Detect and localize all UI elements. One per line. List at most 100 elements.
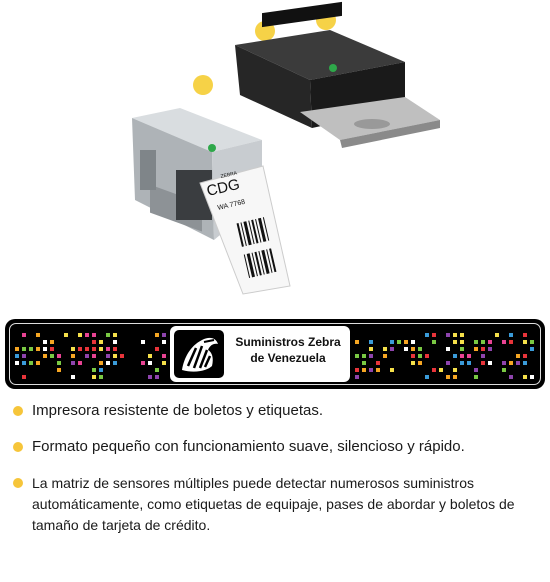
pixel-square (502, 340, 506, 344)
pixel-square (355, 354, 359, 358)
pixel-square (481, 347, 485, 351)
pixel-square (509, 333, 513, 337)
pixel-square (43, 347, 47, 351)
pixel-square (488, 361, 492, 365)
pixel-square (453, 375, 457, 379)
bullet-dot-icon (13, 406, 23, 416)
pixel-square (50, 340, 54, 344)
pixel-square (390, 368, 394, 372)
pixel-square (106, 361, 110, 365)
pixel-square (71, 375, 75, 379)
pixel-square (369, 354, 373, 358)
pixel-square (50, 354, 54, 358)
pixel-square (523, 333, 527, 337)
pixel-square (376, 368, 380, 372)
pixel-square (36, 333, 40, 337)
pixel-square (113, 354, 117, 358)
pixel-square (411, 361, 415, 365)
pixel-square (78, 361, 82, 365)
pixel-square (22, 375, 26, 379)
pixel-square (453, 333, 457, 337)
pixel-square (120, 354, 124, 358)
pixel-square (411, 354, 415, 358)
feature-item: Impresora resistente de boletos y etique… (10, 401, 540, 421)
feature-text: Formato pequeño con funcionamiento suave… (32, 438, 465, 455)
pixel-square (397, 340, 401, 344)
pixel-square (460, 347, 464, 351)
pixel-square (446, 361, 450, 365)
pixel-square (383, 354, 387, 358)
pixel-square (141, 361, 145, 365)
pixel-square (85, 347, 89, 351)
pixel-square (162, 354, 166, 358)
pixel-square (474, 347, 478, 351)
pixel-square (15, 347, 19, 351)
pixel-square (488, 347, 492, 351)
pixel-square (404, 340, 408, 344)
feature-item: Formato pequeño con funcionamiento suave… (10, 437, 540, 457)
pixel-square (453, 340, 457, 344)
pixel-square (148, 375, 152, 379)
pixel-square (425, 375, 429, 379)
pixel-square (57, 354, 61, 358)
pixel-square (460, 361, 464, 365)
pixel-square (155, 368, 159, 372)
pixel-square (99, 340, 103, 344)
pixel-square (530, 347, 534, 351)
pixel-square (162, 361, 166, 365)
pixel-square (467, 361, 471, 365)
pixel-square (22, 333, 26, 337)
pixel-square (390, 340, 394, 344)
company-line2: de Venezuela (250, 351, 326, 365)
pixel-square (78, 333, 82, 337)
printers-illustration: ZEBRA CDG WA 7768 (132, 1, 440, 295)
pixel-square (460, 333, 464, 337)
pixel-square (106, 354, 110, 358)
pixel-square (36, 361, 40, 365)
pixel-square (162, 340, 166, 344)
pixel-square (362, 361, 366, 365)
pixel-square (355, 340, 359, 344)
pixel-square (29, 361, 33, 365)
feature-text: La matriz de sensores múltiples puede de… (32, 475, 515, 533)
pixel-square (446, 333, 450, 337)
pixel-square (446, 347, 450, 351)
pixel-square (530, 340, 534, 344)
pixel-square (369, 347, 373, 351)
company-name: Suministros Zebra de Venezuela (228, 334, 348, 366)
pixel-square (92, 354, 96, 358)
pixel-square (85, 333, 89, 337)
pixel-square (71, 347, 75, 351)
pixel-square (390, 347, 394, 351)
feature-list: Impresora resistente de boletos y etique… (10, 396, 540, 536)
pixel-square (15, 361, 19, 365)
pixel-square (15, 354, 19, 358)
pixel-square (516, 361, 520, 365)
pixel-square (22, 361, 26, 365)
pixel-square (404, 347, 408, 351)
pixel-square (418, 361, 422, 365)
pixel-square (99, 361, 103, 365)
company-line1: Suministros Zebra (235, 335, 341, 349)
pixel-square (148, 354, 152, 358)
pixel-square (474, 375, 478, 379)
pixel-square (113, 347, 117, 351)
pixel-square (460, 340, 464, 344)
pixel-square (495, 333, 499, 337)
bullet-dot-icon (13, 442, 23, 452)
pixel-square (362, 354, 366, 358)
pixel-square (85, 354, 89, 358)
pixel-square (453, 354, 457, 358)
pixel-square (71, 361, 75, 365)
pixel-square (425, 354, 429, 358)
pixel-square (43, 340, 47, 344)
pixel-square (376, 361, 380, 365)
pixel-square (43, 354, 47, 358)
pixel-square (460, 354, 464, 358)
pixel-square (113, 361, 117, 365)
pixel-square (432, 340, 436, 344)
pixel-square (99, 368, 103, 372)
pixel-square (418, 354, 422, 358)
pixel-square (523, 340, 527, 344)
pixel-square (432, 368, 436, 372)
